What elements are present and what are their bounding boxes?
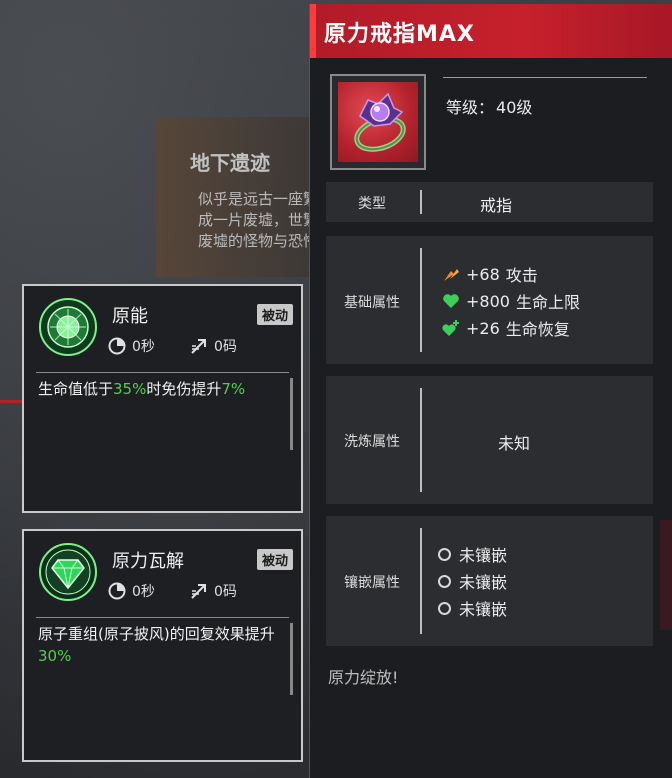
red-accent	[0, 400, 24, 403]
header-accent	[310, 4, 316, 58]
divider	[36, 617, 289, 618]
type-label: 类型	[358, 196, 386, 212]
item-detail-panel: 原力戒指MAX 等级： 40级 类型 戒指 基础属性 +68 攻击 +800 生…	[309, 4, 672, 778]
row-divider	[420, 190, 422, 214]
cooldown-icon	[108, 582, 126, 600]
divider	[36, 372, 289, 373]
refine-attributes-row: 洗炼属性 未知	[326, 376, 653, 504]
green-core-icon	[39, 298, 97, 356]
panel-header: 原力戒指MAX	[310, 4, 672, 58]
cooldown: 0秒	[108, 336, 155, 356]
socket-slot-1[interactable]: 未镶嵌	[438, 542, 507, 566]
base-attributes-row: 基础属性 +68 攻击 +800 生命上限 +26 生命恢复	[326, 236, 653, 364]
passive-badge: 被动	[256, 549, 293, 570]
stat-regen: +26 生命恢复	[442, 316, 570, 340]
heart-plus-icon	[442, 320, 459, 336]
empty-socket-icon	[438, 601, 451, 615]
socket-attributes-row: 镶嵌属性 未镶嵌 未镶嵌 未镶嵌	[326, 516, 653, 646]
empty-socket-icon	[438, 547, 451, 561]
socket-slot-3[interactable]: 未镶嵌	[438, 596, 507, 620]
cost: 0码	[190, 336, 237, 356]
base-label: 基础属性	[344, 295, 400, 311]
location-title: 地下遗迹	[190, 151, 270, 175]
type-row: 类型 戒指	[326, 182, 653, 222]
stat-attack: +68 攻击	[442, 262, 538, 286]
skill-card-2[interactable]: 原力瓦解 被动 0秒 0码 原子重组(原子披风)的回复效果提升30%	[22, 529, 303, 762]
row-divider	[420, 528, 422, 634]
cost-arrow-icon	[191, 584, 206, 599]
stat-hp: +800 生命上限	[442, 289, 580, 313]
skill-name: 原力瓦解	[112, 551, 184, 572]
row-divider	[420, 248, 422, 352]
scrollbar[interactable]	[290, 378, 293, 450]
skill-name: 原能	[112, 306, 148, 327]
cooldown-value: 0秒	[132, 584, 155, 600]
cooldown-icon	[108, 337, 126, 355]
cost-value: 0码	[214, 584, 237, 600]
cost-value: 0码	[214, 339, 237, 355]
green-gem-icon	[39, 543, 97, 601]
attack-icon	[444, 269, 459, 281]
item-title: 原力戒指MAX	[324, 22, 475, 47]
refine-value: 未知	[498, 434, 531, 453]
refine-label: 洗炼属性	[344, 434, 400, 450]
skill-desc: 原子重组(原子披风)的回复效果提升30%	[38, 625, 275, 665]
item-flavor-text: 原力绽放!	[328, 668, 399, 687]
item-level: 等级： 40级	[446, 98, 533, 117]
socket-slot-2[interactable]: 未镶嵌	[438, 569, 507, 593]
item-icon-frame[interactable]	[330, 74, 426, 170]
cooldown: 0秒	[108, 581, 155, 601]
type-value: 戒指	[480, 196, 513, 215]
scrollbar[interactable]	[290, 623, 293, 695]
item-icon-bg	[338, 82, 418, 162]
cost-arrow-icon	[191, 339, 206, 354]
heart-icon	[443, 294, 459, 308]
cost: 0码	[190, 581, 237, 601]
ring-icon	[354, 92, 406, 152]
skill-desc: 生命值低于35%时免伤提升7%	[38, 380, 246, 398]
passive-badge: 被动	[256, 304, 293, 325]
cooldown-value: 0秒	[132, 339, 155, 355]
socket-label: 镶嵌属性	[344, 575, 400, 591]
skill-card-1[interactable]: 原能 被动 0秒 0码 生命值低于35%时免伤提升7%	[22, 284, 303, 513]
background-edge	[660, 520, 672, 630]
row-divider	[420, 388, 422, 492]
level-divider	[443, 77, 647, 78]
empty-socket-icon	[438, 574, 451, 588]
